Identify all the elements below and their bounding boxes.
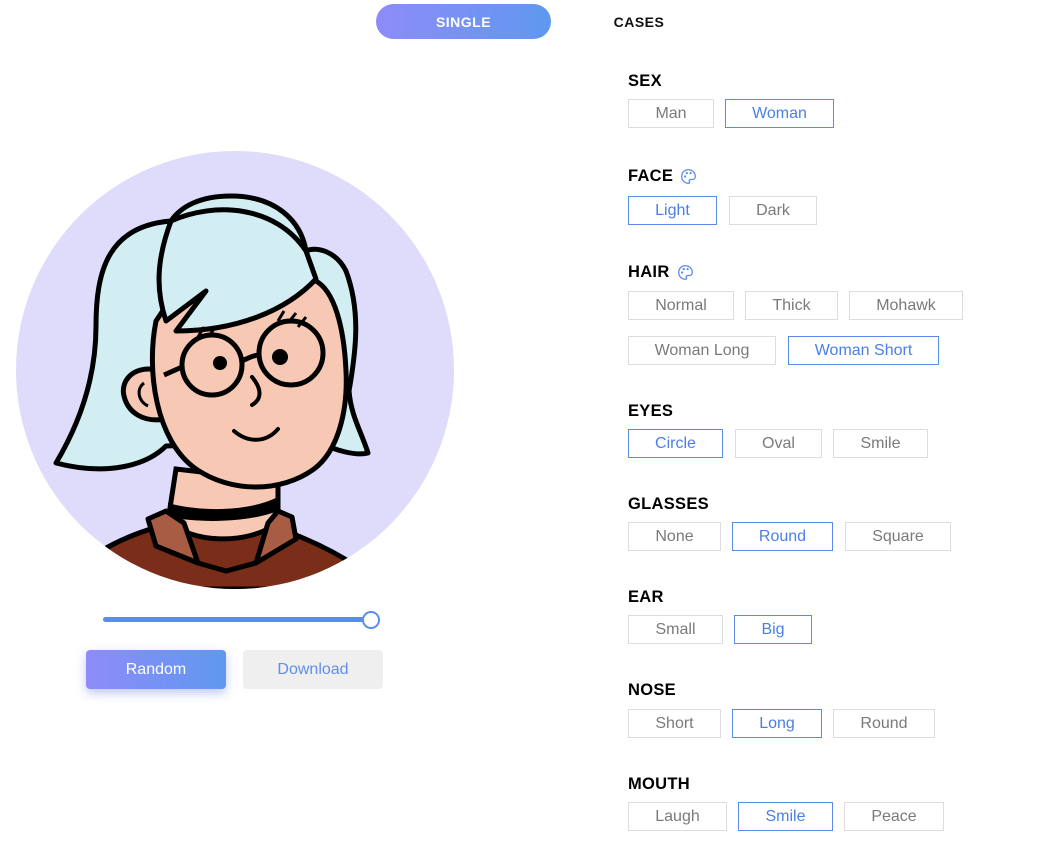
option-nose-short[interactable]: Short [628, 709, 721, 738]
option-hair-thick[interactable]: Thick [745, 291, 838, 320]
option-mouth-peace[interactable]: Peace [844, 802, 944, 831]
option-eyes-oval[interactable]: Oval [735, 429, 822, 458]
group-title-face: FACE [628, 167, 697, 186]
group-title-glasses: GLASSES [628, 495, 709, 513]
option-mouth-smile[interactable]: Smile [738, 802, 833, 831]
option-hair-woman-short[interactable]: Woman Short [788, 336, 939, 365]
group-title-sex: SEX [628, 72, 662, 90]
random-button[interactable]: Random [86, 650, 226, 689]
option-hair-mohawk[interactable]: Mohawk [849, 291, 963, 320]
option-glasses-round[interactable]: Round [732, 522, 833, 551]
option-face-dark[interactable]: Dark [729, 196, 817, 225]
size-slider[interactable] [103, 611, 380, 629]
option-hair-woman-long[interactable]: Woman Long [628, 336, 776, 365]
option-ear-big[interactable]: Big [734, 615, 812, 644]
group-title-hair: HAIR [628, 263, 694, 282]
option-hair-normal[interactable]: Normal [628, 291, 734, 320]
option-sex-woman[interactable]: Woman [725, 99, 834, 128]
tab-cases[interactable]: CASES [590, 4, 688, 39]
slider-thumb[interactable] [362, 611, 380, 629]
option-nose-round[interactable]: Round [833, 709, 935, 738]
avatar-preview [16, 151, 454, 589]
option-eyes-smile[interactable]: Smile [833, 429, 928, 458]
slider-fill [103, 617, 367, 622]
option-sex-man[interactable]: Man [628, 99, 714, 128]
group-title-eyes: EYES [628, 402, 674, 420]
option-glasses-none[interactable]: None [628, 522, 721, 551]
tab-single[interactable]: SINGLE [376, 4, 551, 39]
group-title-ear: EAR [628, 588, 664, 606]
palette-icon[interactable] [680, 168, 697, 185]
group-title-nose: NOSE [628, 681, 676, 699]
palette-icon[interactable] [677, 264, 694, 281]
option-ear-small[interactable]: Small [628, 615, 723, 644]
group-title-mouth: MOUTH [628, 775, 690, 793]
option-face-light[interactable]: Light [628, 196, 717, 225]
download-button[interactable]: Download [243, 650, 383, 689]
option-eyes-circle[interactable]: Circle [628, 429, 723, 458]
option-mouth-laugh[interactable]: Laugh [628, 802, 727, 831]
option-nose-long[interactable]: Long [732, 709, 822, 738]
option-glasses-square[interactable]: Square [845, 522, 951, 551]
